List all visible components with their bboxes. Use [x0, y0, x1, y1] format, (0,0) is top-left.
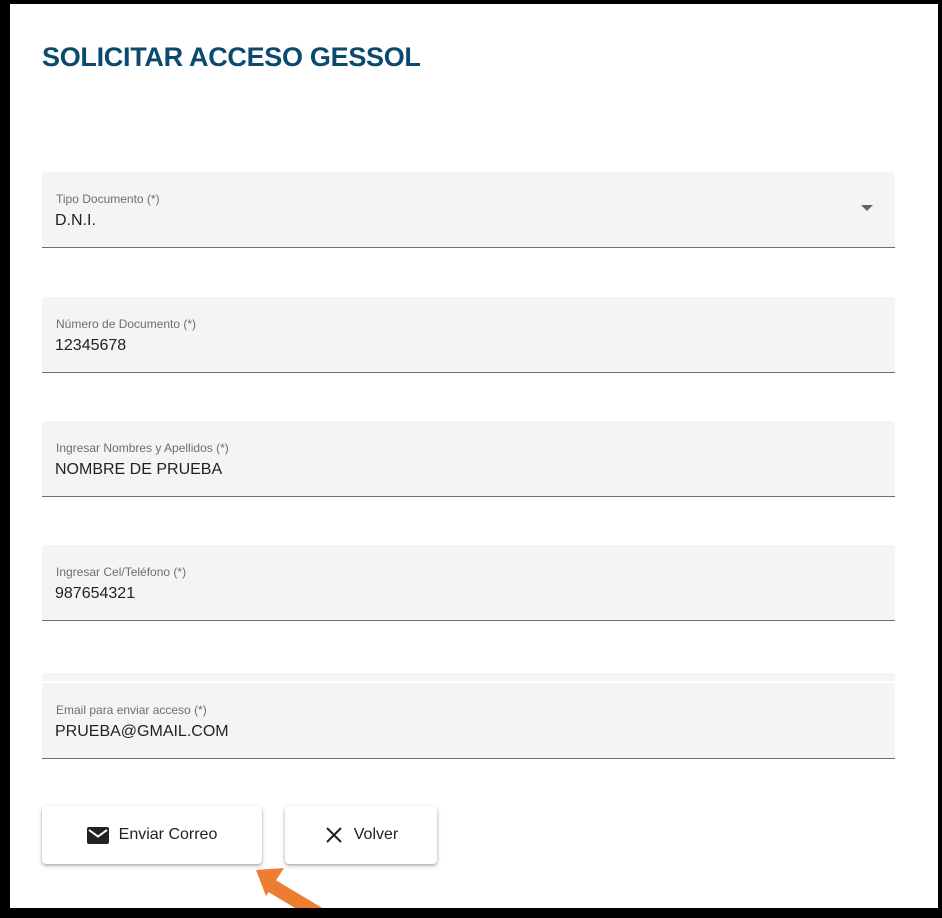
full-name-field[interactable]: Ingresar Nombres y Apellidos (*)	[42, 421, 895, 497]
phone-input[interactable]	[55, 585, 855, 603]
document-type-select[interactable]: Tipo Documento (*)	[42, 172, 895, 248]
dropdown-arrow-icon[interactable]	[861, 205, 873, 211]
full-name-input[interactable]	[55, 461, 855, 479]
send-email-label: Enviar Correo	[118, 826, 218, 843]
full-name-label: Ingresar Nombres y Apellidos (*)	[56, 441, 229, 455]
document-number-field[interactable]: Número de Documento (*)	[42, 297, 895, 373]
back-button[interactable]: Volver	[285, 806, 437, 864]
document-type-label: Tipo Documento (*)	[56, 192, 160, 206]
send-email-button[interactable]: Enviar Correo	[42, 806, 262, 864]
document-number-input[interactable]	[55, 337, 855, 355]
page-title: SOLICITAR ACCESO GESSOL	[42, 42, 421, 72]
annotation-arrow-icon	[256, 868, 323, 908]
email-field[interactable]: Email para enviar acceso (*)	[42, 683, 895, 759]
phone-field[interactable]: Ingresar Cel/Teléfono (*)	[42, 545, 895, 621]
back-label: Volver	[353, 826, 399, 843]
email-input[interactable]	[55, 723, 855, 741]
mail-icon	[86, 826, 109, 844]
phone-label: Ingresar Cel/Teléfono (*)	[56, 565, 187, 579]
document-number-label: Número de Documento (*)	[56, 317, 197, 331]
form-container: SOLICITAR ACCESO GESSOL Tipo Documento (…	[0, 0, 942, 918]
field-divider-strip	[42, 673, 895, 681]
email-label: Email para enviar acceso (*)	[56, 703, 207, 717]
close-icon	[324, 825, 344, 845]
document-type-value[interactable]	[55, 212, 855, 230]
